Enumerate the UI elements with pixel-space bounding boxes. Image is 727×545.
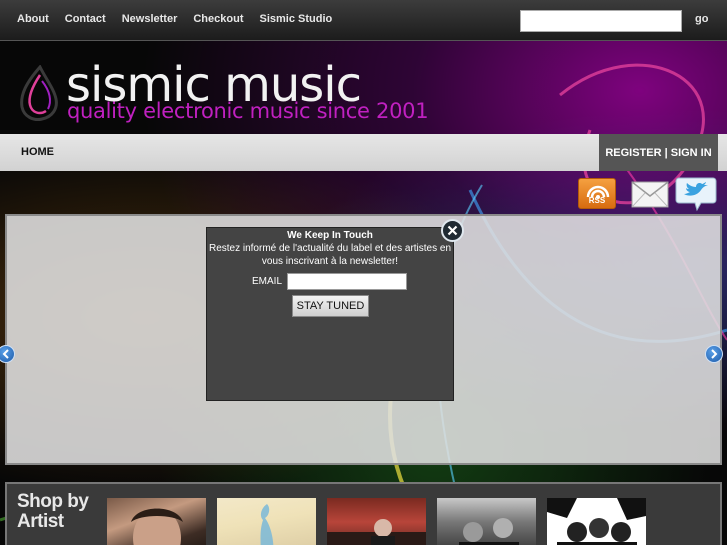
shop-by-artist-section: Shop by Artist	[5, 482, 722, 545]
stay-tuned-button[interactable]: STAY TUNED	[292, 295, 369, 317]
nav-contact-link[interactable]: Contact	[65, 13, 106, 25]
go-button[interactable]: go	[695, 13, 708, 25]
top-nav: About Contact Newsletter Checkout Sismic…	[9, 13, 340, 25]
mail-icon[interactable]	[631, 181, 669, 208]
top-bar: About Contact Newsletter Checkout Sismic…	[0, 0, 727, 41]
slider-next-button[interactable]	[705, 345, 723, 363]
email-field[interactable]	[287, 273, 407, 290]
artist-thumbnail[interactable]	[107, 498, 206, 545]
rss-label: RSS	[588, 196, 606, 205]
twitter-icon[interactable]	[675, 176, 717, 212]
artist-thumbnail[interactable]	[327, 498, 426, 545]
artist-thumbnail[interactable]	[217, 498, 316, 545]
email-label: EMAIL	[252, 276, 283, 287]
logo-icon	[20, 65, 58, 121]
nav-newsletter-link[interactable]: Newsletter	[122, 13, 178, 25]
artist-thumbnail[interactable]	[437, 498, 536, 545]
chevron-right-icon	[711, 349, 718, 359]
nav-about-link[interactable]: About	[17, 13, 49, 25]
artist-thumbnail[interactable]	[547, 498, 646, 545]
home-link[interactable]: HOME	[21, 146, 54, 158]
register-sign-in-button[interactable]: REGISTER | SIGN IN	[599, 134, 718, 171]
popup-title: We Keep In Touch	[287, 230, 373, 241]
site-header: sismic music quality electronic music si…	[0, 41, 727, 134]
chevron-left-icon	[2, 349, 9, 359]
shop-by-artist-title: Shop by Artist	[17, 491, 89, 532]
popup-description: Restez informé de l'actualité du label e…	[208, 243, 452, 267]
nav-checkout-link[interactable]: Checkout	[193, 13, 243, 25]
nav-sismic-studio-link[interactable]: Sismic Studio	[259, 13, 332, 25]
close-icon[interactable]	[441, 219, 464, 242]
rss-icon[interactable]: RSS	[578, 178, 616, 209]
newsletter-popup: We Keep In Touch Restez informé de l'act…	[206, 227, 454, 401]
register-sign-in-label: REGISTER | SIGN IN	[605, 146, 712, 159]
site-tagline: quality electronic music since 2001	[67, 99, 429, 123]
main-nav: HOME REGISTER | SIGN IN	[0, 134, 727, 171]
search-input[interactable]	[520, 10, 682, 32]
